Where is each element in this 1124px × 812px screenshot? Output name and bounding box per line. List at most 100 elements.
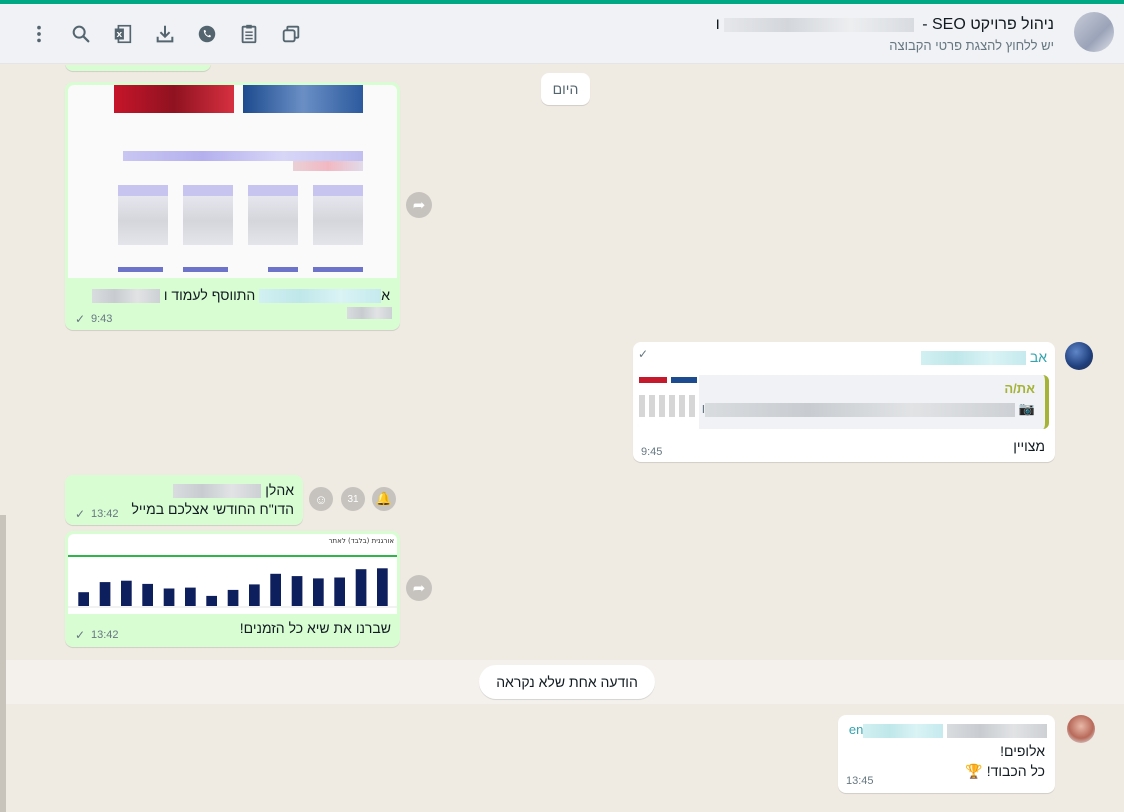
chart-bar (270, 573, 281, 606)
chart-bar (206, 595, 217, 606)
chart-bar (142, 583, 153, 606)
chart-bar (313, 578, 324, 606)
sender-suffix: en (848, 722, 864, 737)
chart-bar (249, 584, 260, 606)
sender-name: en (849, 722, 1047, 738)
preview-footer (183, 267, 228, 272)
message-text: מצויין (1013, 438, 1045, 454)
chart-bar (99, 582, 111, 606)
forward-icon[interactable]: ➦ (406, 575, 432, 601)
redacted-text (173, 484, 262, 499)
message-chart[interactable]: אורגנית (בלבד) לאתר שברנו את שיא כל הזמנ… (65, 531, 400, 647)
group-subtitle[interactable]: יש ללחוץ להצגת פרטי הקבוצה (889, 38, 1054, 53)
message-monthly-report[interactable]: אהלן הדו"ח החודשי אצלכם במייל ✓ 13:42 (65, 475, 303, 525)
camera-icon: 📷 (1018, 401, 1035, 416)
download-icon[interactable] (144, 18, 186, 50)
preview-banner-blue (243, 85, 363, 113)
partial-message-bubble[interactable] (65, 65, 211, 71)
redacted-group-name (723, 17, 914, 32)
redacted-text (920, 351, 1026, 366)
caption-prefix: א (381, 287, 390, 303)
sender-avatar[interactable] (1067, 715, 1095, 743)
greeting-text: אהלן (265, 482, 294, 498)
message-text: הדו"ח החודשי אצלכם במייל (131, 501, 294, 517)
quote-text: 📷 ו (702, 401, 1035, 417)
preview-card (118, 185, 168, 245)
sent-check-icon: ✓ (75, 628, 86, 642)
chart-bar (334, 577, 345, 606)
search-icon[interactable] (60, 18, 102, 50)
quoted-message[interactable]: את/ה 📷 ו (637, 375, 1049, 429)
whatsapp-icon[interactable] (186, 18, 228, 50)
group-title-suffix: ניהול פרויקט SEO - (917, 16, 1054, 33)
message-quoted-reply[interactable]: ✓ אב את/ה 📷 ו מצויין 9:45 (633, 342, 1055, 462)
chart-bar (78, 592, 89, 606)
message-time: 9:45 (641, 446, 663, 458)
message-caption: א התווסף לעמוד ו (80, 287, 390, 304)
chart-title: אורגנית (בלבד) לאתר (329, 537, 395, 545)
date-divider: היום (541, 73, 590, 105)
menu-dots-icon[interactable] (18, 18, 60, 50)
message-line-1: אלופים! (1000, 743, 1045, 759)
preview-row (123, 151, 363, 161)
message-time: 13:42 (91, 629, 119, 641)
sent-check-icon: ✓ (75, 312, 86, 326)
preview-banner-red (114, 85, 234, 113)
message-time: 9:43 (91, 313, 113, 325)
document-preview-image[interactable] (68, 85, 397, 278)
chart-bar (227, 589, 239, 606)
bar-chart: אורגנית (בלבד) לאתר (68, 537, 397, 608)
traffic-chart-image[interactable]: אורגנית (בלבד) לאתר (68, 534, 397, 614)
preview-card (313, 185, 363, 245)
message-image-doc[interactable]: א התווסף לעמוד ו ✓ 9:43 (65, 82, 400, 330)
message-text: שברנו את שיא כל הזמנים! (239, 620, 391, 636)
preview-card (183, 185, 233, 245)
excel-icon[interactable]: X (102, 18, 144, 50)
preview-card (248, 185, 298, 245)
chart-bar (121, 580, 132, 606)
preview-row (293, 161, 363, 171)
quote-thumbnail (637, 375, 699, 429)
redacted-text (863, 723, 944, 738)
group-title[interactable]: ניהול פרויקט SEO - ו (716, 16, 1054, 34)
check-icon: ✓ (638, 347, 649, 361)
redacted-text (347, 307, 392, 319)
sender-avatar[interactable] (1065, 342, 1093, 370)
calendar-icon[interactable]: 31 (341, 487, 365, 511)
chat-header: X ניהול פרויקט SEO - ו יש ללחוץ להצגת פר… (0, 4, 1124, 64)
sent-check-icon: ✓ (75, 507, 86, 521)
group-avatar[interactable] (1074, 12, 1114, 52)
redacted-text (705, 402, 1016, 417)
svg-text:X: X (117, 30, 123, 39)
chat-area[interactable]: היום א התווסף לעמוד ו ✓ 9:43 ➦ ✓ אב את/ה… (0, 65, 1124, 812)
redacted-text (91, 289, 160, 304)
quote-author: את/ה (1004, 381, 1035, 396)
preview-footer (313, 267, 363, 272)
bell-icon[interactable]: 🔔 (372, 487, 396, 511)
emoji-icon[interactable]: ☺ (309, 487, 333, 511)
copy-icon[interactable] (270, 18, 312, 50)
clipboard-icon[interactable] (228, 18, 270, 50)
preview-footer (118, 267, 163, 272)
message-time: 13:42 (91, 508, 119, 520)
forward-icon[interactable]: ➦ (406, 192, 432, 218)
group-title-prefix: ו (715, 16, 720, 33)
message-greeting: אהלן (173, 482, 294, 499)
chart-bar (185, 587, 196, 606)
sender-prefix: אב (1029, 349, 1047, 365)
message-time: 13:45 (846, 775, 874, 787)
scrollbar[interactable] (0, 515, 6, 812)
chart-bar (377, 568, 388, 606)
chart-bar (291, 576, 303, 606)
preview-footer (268, 267, 298, 272)
chart-bar (355, 569, 367, 606)
redacted-text (259, 289, 382, 304)
sender-name: אב (920, 349, 1047, 366)
redacted-text (947, 723, 1047, 738)
unread-messages-label: הודעה אחת שלא נקראה (479, 665, 655, 699)
message-congrats[interactable]: en אלופים! כל הכבוד! 🏆 13:45 (838, 715, 1055, 793)
caption-text: התווסף לעמוד ו (163, 287, 256, 303)
message-line-2: כל הכבוד! 🏆 (965, 763, 1045, 779)
header-toolbar: X (18, 18, 312, 50)
chart-bar (163, 588, 175, 606)
